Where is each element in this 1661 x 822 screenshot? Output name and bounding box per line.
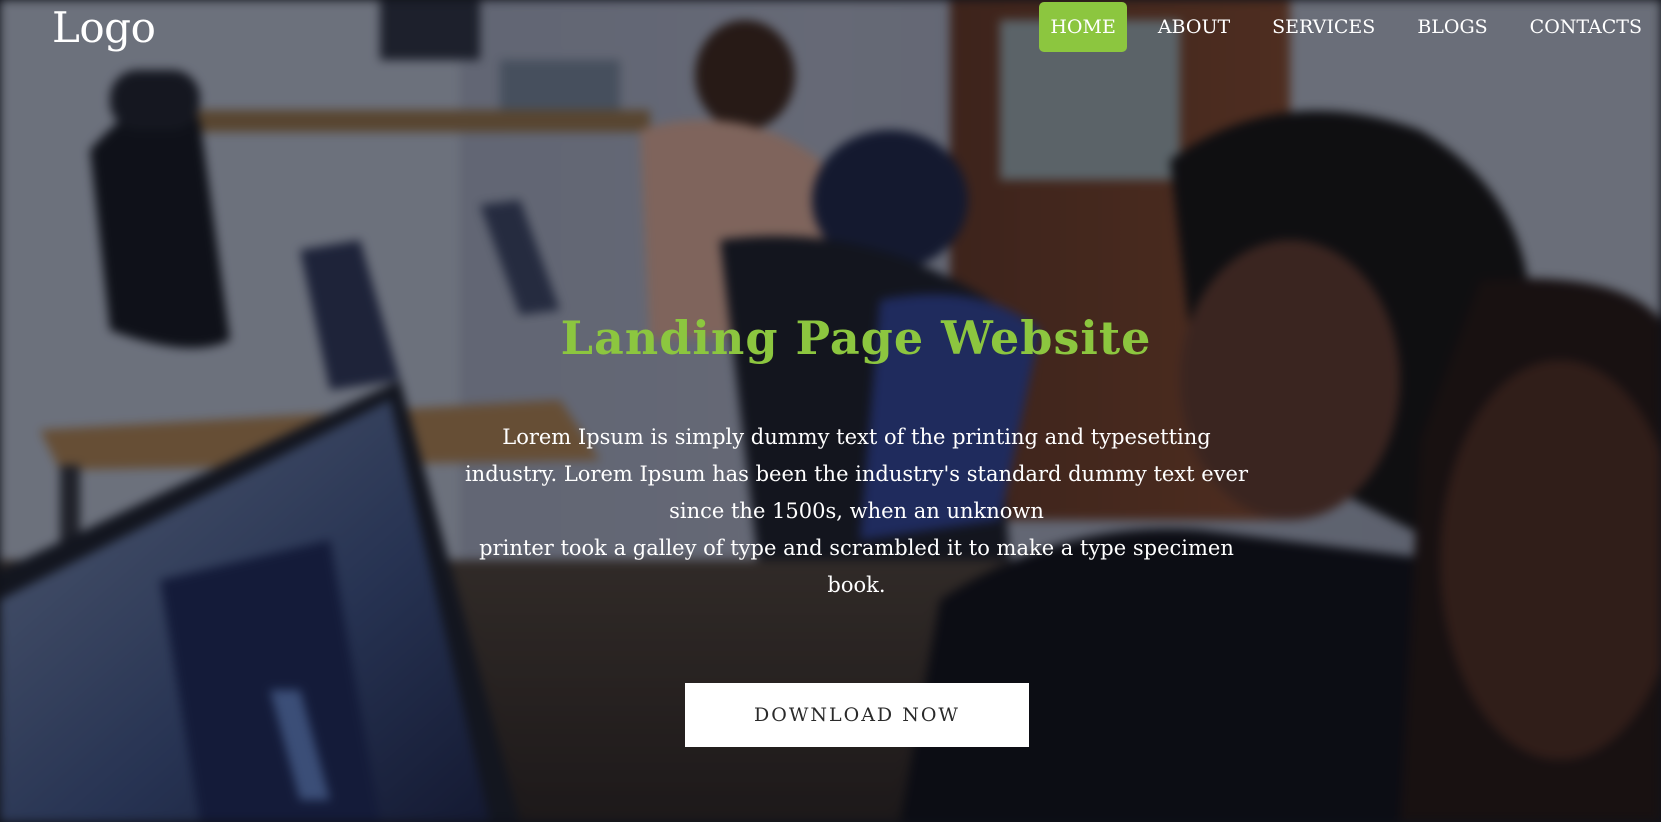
hero-description-line: printer took a galley of type and scramb… <box>479 536 1234 597</box>
nav-item-services[interactable]: SERVICES <box>1261 2 1386 52</box>
download-now-button[interactable]: DOWNLOAD NOW <box>685 683 1029 747</box>
hero-description-line: Lorem Ipsum is simply dummy text of the … <box>464 425 1249 523</box>
navbar: Logo HOME ABOUT SERVICES BLOGS CONTACTS <box>0 0 1661 56</box>
logo[interactable]: Logo <box>52 2 156 54</box>
hero-title: Landing Page Website <box>560 311 1152 365</box>
nav-item-blogs[interactable]: BLOGS <box>1406 2 1498 52</box>
nav-item-home[interactable]: HOME <box>1039 2 1127 52</box>
nav-item-about[interactable]: ABOUT <box>1147 2 1241 52</box>
hero-description: Lorem Ipsum is simply dummy text of the … <box>460 419 1253 604</box>
hero-section: Logo HOME ABOUT SERVICES BLOGS CONTACTS … <box>0 0 1661 822</box>
nav-links: HOME ABOUT SERVICES BLOGS CONTACTS <box>1039 2 1661 52</box>
nav-item-contacts[interactable]: CONTACTS <box>1519 2 1653 52</box>
